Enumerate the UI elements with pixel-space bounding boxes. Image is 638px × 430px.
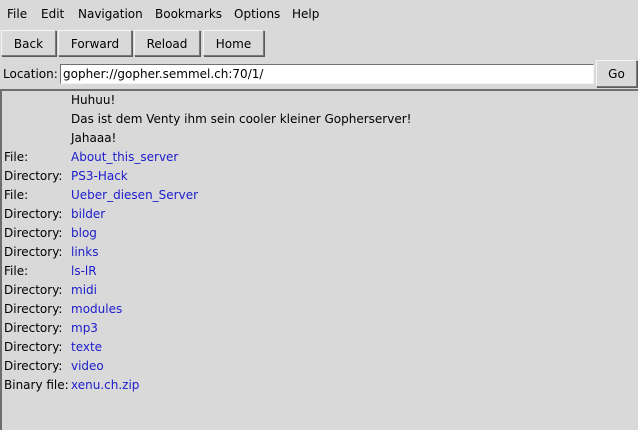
menu-bookmarks[interactable]: Bookmarks: [155, 7, 222, 22]
back-button[interactable]: Back: [1, 30, 56, 56]
list-item[interactable]: Directory: modules: [2, 300, 632, 319]
entry-link[interactable]: About_this_server: [71, 148, 178, 167]
location-bar: Location: gopher://gopher.semmel.ch:70/1…: [0, 60, 638, 88]
list-item[interactable]: Directory: mp3: [2, 319, 632, 338]
entry-type: Directory:: [4, 207, 63, 221]
entry-link[interactable]: mp3: [71, 319, 98, 338]
list-item[interactable]: Directory: texte: [2, 338, 632, 357]
location-label: Location:: [3, 67, 58, 81]
entry-type: Directory:: [4, 359, 63, 373]
list-item[interactable]: File: Ueber_diesen_Server: [2, 186, 632, 205]
go-button[interactable]: Go: [596, 60, 637, 87]
list-item: Jahaaa!: [2, 129, 632, 148]
entry-type: Directory:: [4, 321, 63, 335]
list-item[interactable]: Binary file: xenu.ch.zip: [2, 376, 632, 395]
entry-link[interactable]: blog: [71, 224, 97, 243]
list-item[interactable]: Directory: video: [2, 357, 632, 376]
list-item: Huhuu!: [2, 91, 632, 110]
toolbar: Back Forward Reload Home: [0, 30, 638, 60]
menu-edit[interactable]: Edit: [41, 7, 64, 22]
entry-type: File:: [4, 264, 29, 278]
info-text: Das ist dem Venty ihm sein cooler kleine…: [71, 112, 412, 126]
reload-button[interactable]: Reload: [134, 30, 200, 56]
entry-link[interactable]: ls-lR: [71, 262, 97, 281]
entry-type: Directory:: [4, 245, 63, 259]
location-input[interactable]: gopher://gopher.semmel.ch:70/1/: [60, 64, 594, 84]
entry-link[interactable]: links: [71, 243, 98, 262]
entry-link[interactable]: PS3-Hack: [71, 167, 128, 186]
entry-link[interactable]: modules: [71, 300, 122, 319]
gopher-menu-content: Huhuu! Das ist dem Venty ihm sein cooler …: [0, 89, 638, 430]
menu-help[interactable]: Help: [292, 7, 319, 22]
menu-options[interactable]: Options: [234, 7, 280, 22]
list-item[interactable]: Directory: PS3-Hack: [2, 167, 632, 186]
menu-navigation[interactable]: Navigation: [78, 7, 143, 22]
info-text: Jahaaa!: [71, 131, 117, 145]
list-item[interactable]: File: ls-lR: [2, 262, 632, 281]
list-item[interactable]: Directory: midi: [2, 281, 632, 300]
entry-link[interactable]: bilder: [71, 205, 105, 224]
list-item[interactable]: File: About_this_server: [2, 148, 632, 167]
entry-type: Binary file:: [4, 378, 69, 392]
entry-type: File:: [4, 150, 29, 164]
entry-link[interactable]: Ueber_diesen_Server: [71, 186, 198, 205]
entry-link[interactable]: texte: [71, 338, 102, 357]
list-item[interactable]: Directory: bilder: [2, 205, 632, 224]
entry-link[interactable]: midi: [71, 281, 97, 300]
list-item: Das ist dem Venty ihm sein cooler kleine…: [2, 110, 632, 129]
menu-file[interactable]: File: [7, 7, 27, 22]
list-item[interactable]: Directory: links: [2, 243, 632, 262]
info-text: Huhuu!: [71, 93, 116, 107]
entry-link[interactable]: xenu.ch.zip: [71, 376, 139, 395]
entry-type: File:: [4, 188, 29, 202]
forward-button[interactable]: Forward: [58, 30, 132, 56]
entry-type: Directory:: [4, 283, 63, 297]
entry-type: Directory:: [4, 340, 63, 354]
entry-link[interactable]: video: [71, 357, 104, 376]
menu-bar: File Edit Navigation Bookmarks Options H…: [0, 0, 638, 28]
entry-type: Directory:: [4, 226, 63, 240]
entry-type: Directory:: [4, 169, 63, 183]
home-button[interactable]: Home: [203, 30, 264, 56]
entry-type: Directory:: [4, 302, 63, 316]
list-item[interactable]: Directory: blog: [2, 224, 632, 243]
